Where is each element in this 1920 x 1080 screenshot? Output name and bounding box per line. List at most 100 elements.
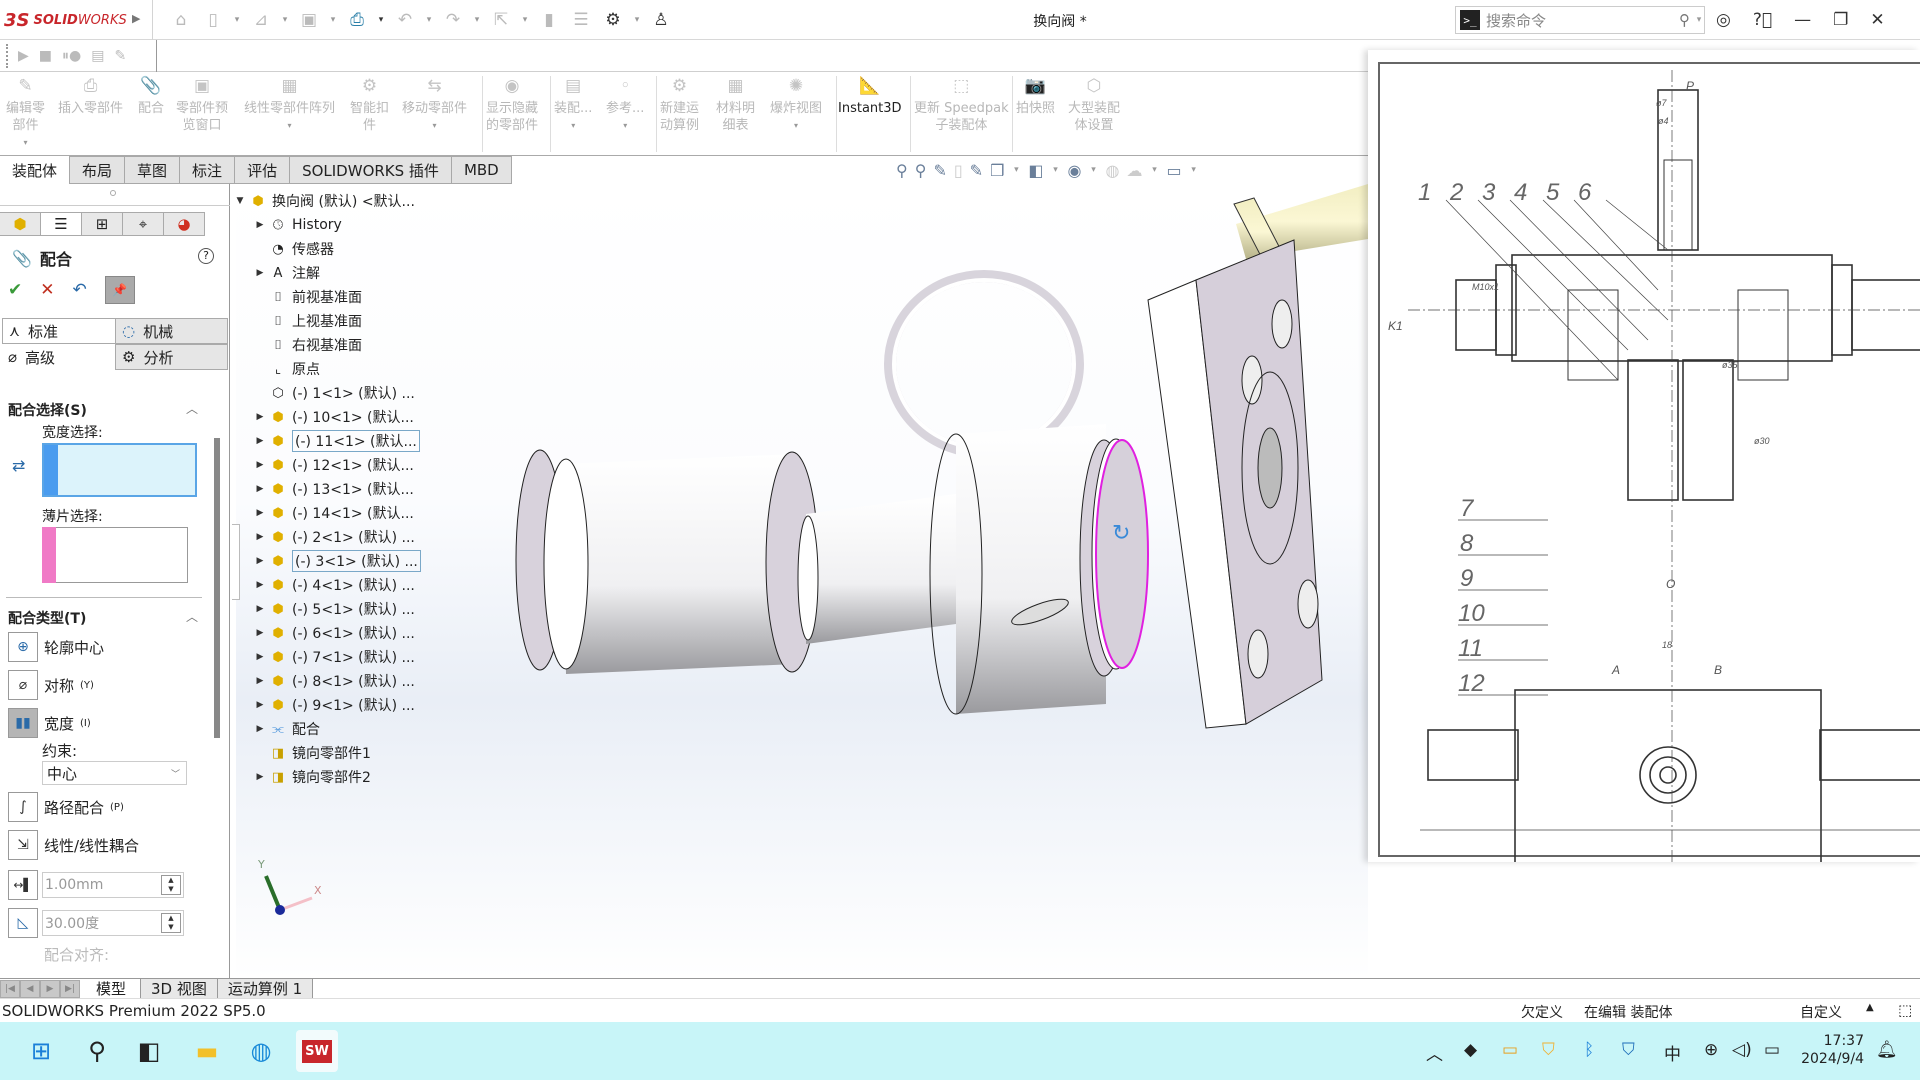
tree-node[interactable]: ⌷ 前视基准面 xyxy=(252,286,362,308)
chevron-down-icon[interactable]: ▾ xyxy=(571,117,575,134)
record-icon[interactable]: ⏸● xyxy=(62,48,81,64)
next-tab-icon[interactable]: ▶ xyxy=(40,979,60,998)
tree-node[interactable]: ▶ ⬢ (-) 8<1> (默认) ... xyxy=(252,670,415,692)
chevron-down-icon[interactable]: ▾ xyxy=(794,117,798,134)
hide-show-icon[interactable]: ◉ xyxy=(1068,161,1082,180)
tab-5[interactable]: SOLIDWORKS 插件 xyxy=(290,156,452,184)
end-plate-part[interactable] xyxy=(1147,239,1323,729)
battery-icon[interactable]: ▭ xyxy=(1764,1040,1780,1060)
tree-node[interactable]: ◔ 传感器 xyxy=(252,238,334,260)
linear-coupler[interactable]: ⇲ 线性/线性耦合 xyxy=(8,830,139,860)
view-settings-dropdown-icon[interactable]: ▾ xyxy=(1189,165,1199,175)
cmd-button-2[interactable]: 📎 配合 xyxy=(138,78,164,117)
undo-button[interactable]: ↶ xyxy=(73,280,87,300)
cmd-button-6[interactable]: ⇆ 移动零部件 ▾ xyxy=(402,78,467,134)
angle-input[interactable]: 30.00度 ▲ ▼ xyxy=(42,910,184,936)
collapse-caret-icon[interactable]: ︿ xyxy=(186,400,198,417)
expand-arrow-icon[interactable]: ▶ xyxy=(252,556,268,566)
mate-type-width[interactable]: ▮▮ 宽度 (I) xyxy=(8,708,91,738)
tab-advanced[interactable]: ⌀ 高级 xyxy=(2,344,115,370)
chevron-down-icon[interactable]: ▾ xyxy=(623,117,627,134)
cmd-button-10[interactable]: ⚙ 新建运 动算例 xyxy=(660,78,699,134)
tree-node[interactable]: ▶ ⫘ 配合 xyxy=(252,718,320,740)
tab-3d-view[interactable]: 3D 视图 xyxy=(141,978,218,999)
spinner-buttons[interactable]: ▲ ▼ xyxy=(161,875,181,895)
expand-arrow-icon[interactable]: ▶ xyxy=(252,604,268,614)
prev-tab-icon[interactable]: ◀ xyxy=(20,979,40,998)
chevron-down-icon[interactable]: ▾ xyxy=(24,134,28,151)
mate-selection-header[interactable]: 配合选择(S) xyxy=(8,400,87,420)
tree-node[interactable]: ⌷ 右视基准面 xyxy=(252,334,362,356)
expand-arrow-icon[interactable]: ▶ xyxy=(252,268,268,278)
ok-button[interactable]: ✔ xyxy=(8,280,22,300)
tree-node[interactable]: ▶ ⬢ (-) 12<1> (默认... xyxy=(252,454,414,476)
expand-arrow-icon[interactable]: ▶ xyxy=(252,676,268,686)
cmd-button-7[interactable]: ◉ 显示隐藏 的零部件 xyxy=(486,78,538,134)
expand-arrow-icon[interactable]: ▶ xyxy=(252,724,268,734)
tree-node[interactable]: ▶ ⬢ (-) 4<1> (默认) ... xyxy=(252,574,415,596)
cmd-button-8[interactable]: ▤ 装配... ▾ xyxy=(554,78,592,134)
tree-node[interactable]: ▶ ⬢ (-) 6<1> (默认) ... xyxy=(252,622,415,644)
cmd-button-3[interactable]: ▣ 零部件预 览窗口 xyxy=(176,78,228,134)
expand-arrow-icon[interactable]: ▶ xyxy=(252,532,268,542)
app-tray-icon[interactable]: ◆ xyxy=(1464,1040,1477,1060)
help-icon[interactable]: ?⃝ xyxy=(1753,10,1772,30)
volume-icon[interactable]: ◁) xyxy=(1732,1040,1752,1060)
angle-value[interactable]: 30.00度 xyxy=(45,913,99,933)
search-commands[interactable]: >_ 搜索命令 ⚲ ▾ xyxy=(1455,6,1705,34)
previous-view-icon[interactable]: ✎ xyxy=(933,161,946,180)
o-ring-part[interactable] xyxy=(884,270,1084,458)
search-input[interactable]: 搜索命令 xyxy=(1486,10,1679,31)
help-icon[interactable]: ? xyxy=(198,248,214,264)
chevron-down-icon[interactable]: ▾ xyxy=(433,117,437,134)
units-caret-icon[interactable]: ▲ xyxy=(1866,1002,1874,1013)
tree-node[interactable]: ▶ ⬢ (-) 7<1> (默认) ... xyxy=(252,646,415,668)
dimxpert-tab[interactable]: ⌖ xyxy=(123,212,164,236)
ime-indicator[interactable]: 中 xyxy=(1664,1040,1681,1065)
tree-node[interactable]: ⬡ (-) 1<1> (默认) ... xyxy=(252,382,415,404)
tab-3[interactable]: 标注 xyxy=(180,156,236,184)
expand-arrow-icon[interactable]: ▶ xyxy=(252,580,268,590)
notification-app-icon[interactable]: ▭ xyxy=(1502,1040,1518,1060)
tab-model[interactable]: 模型 xyxy=(80,978,142,999)
new-macro-icon[interactable]: ▤ xyxy=(91,48,104,64)
tree-node[interactable]: ▶ ⬢ (-) 2<1> (默认) ... xyxy=(252,526,415,548)
constraint-dropdown[interactable]: 中心 ﹀ xyxy=(42,761,187,785)
cmd-button-13[interactable]: 📐 Instant3D xyxy=(838,78,902,117)
spool-part[interactable]: ↻ xyxy=(515,424,1149,715)
view-settings-icon[interactable]: ▭ xyxy=(1166,161,1181,180)
section-view-icon[interactable]: ▯ xyxy=(954,161,963,180)
hide-show-dropdown-icon[interactable]: ▾ xyxy=(1089,165,1099,175)
file-explorer-icon[interactable]: ▬ xyxy=(186,1030,228,1072)
edit-appearance-icon[interactable]: ◍ xyxy=(1106,161,1120,180)
configuration-manager-tab[interactable]: ⊞ xyxy=(82,212,123,236)
tree-node[interactable]: ▶ ⬢ (-) 3<1> (默认) ... xyxy=(252,550,421,572)
display-style-dropdown-icon[interactable]: ▾ xyxy=(1051,165,1061,175)
task-view-icon[interactable]: ◧ xyxy=(128,1030,170,1072)
user-account-icon[interactable]: ◎ xyxy=(1716,10,1731,30)
expand-arrow-icon[interactable]: ▶ xyxy=(252,460,268,470)
cancel-button[interactable]: ✕ xyxy=(40,280,54,300)
zoom-to-fit-icon[interactable]: ⚲ xyxy=(896,161,908,180)
defender-icon[interactable]: ⛉ xyxy=(1622,1040,1635,1060)
expand-arrow-icon[interactable]: ▶ xyxy=(252,772,268,782)
spinner-buttons[interactable]: ▲ ▼ xyxy=(161,913,181,933)
search-icon[interactable]: ⚲ xyxy=(76,1030,118,1072)
thin-selection-box[interactable] xyxy=(42,527,188,583)
display-style-icon[interactable]: ◧ xyxy=(1028,161,1043,180)
width-selection-box[interactable] xyxy=(42,443,197,497)
tab-2[interactable]: 草图 xyxy=(125,156,181,184)
tree-node[interactable]: ▶ ⬢ (-) 11<1> (默认... xyxy=(252,430,420,452)
view-orientation-dropdown-icon[interactable]: ▾ xyxy=(1011,165,1021,175)
tab-standard[interactable]: ⋏ 标准 xyxy=(2,318,115,344)
mate-type-header[interactable]: 配合类型(T) xyxy=(8,608,86,628)
swap-selection-icon[interactable]: ⇄ xyxy=(12,456,25,475)
cmd-button-1[interactable]: ⎙ 插入零部件 xyxy=(58,78,123,117)
cmd-button-4[interactable]: ▦ 线性零部件阵列 ▾ xyxy=(244,78,335,134)
pin-button[interactable]: 📌 xyxy=(104,276,135,304)
windows-start-icon[interactable]: ⊞ xyxy=(20,1030,62,1072)
apply-scene-icon[interactable]: ☁ xyxy=(1126,161,1142,180)
tab-6[interactable]: MBD xyxy=(451,156,512,184)
expand-arrow-icon[interactable]: ▶ xyxy=(252,508,268,518)
tab-4[interactable]: 评估 xyxy=(235,156,291,184)
